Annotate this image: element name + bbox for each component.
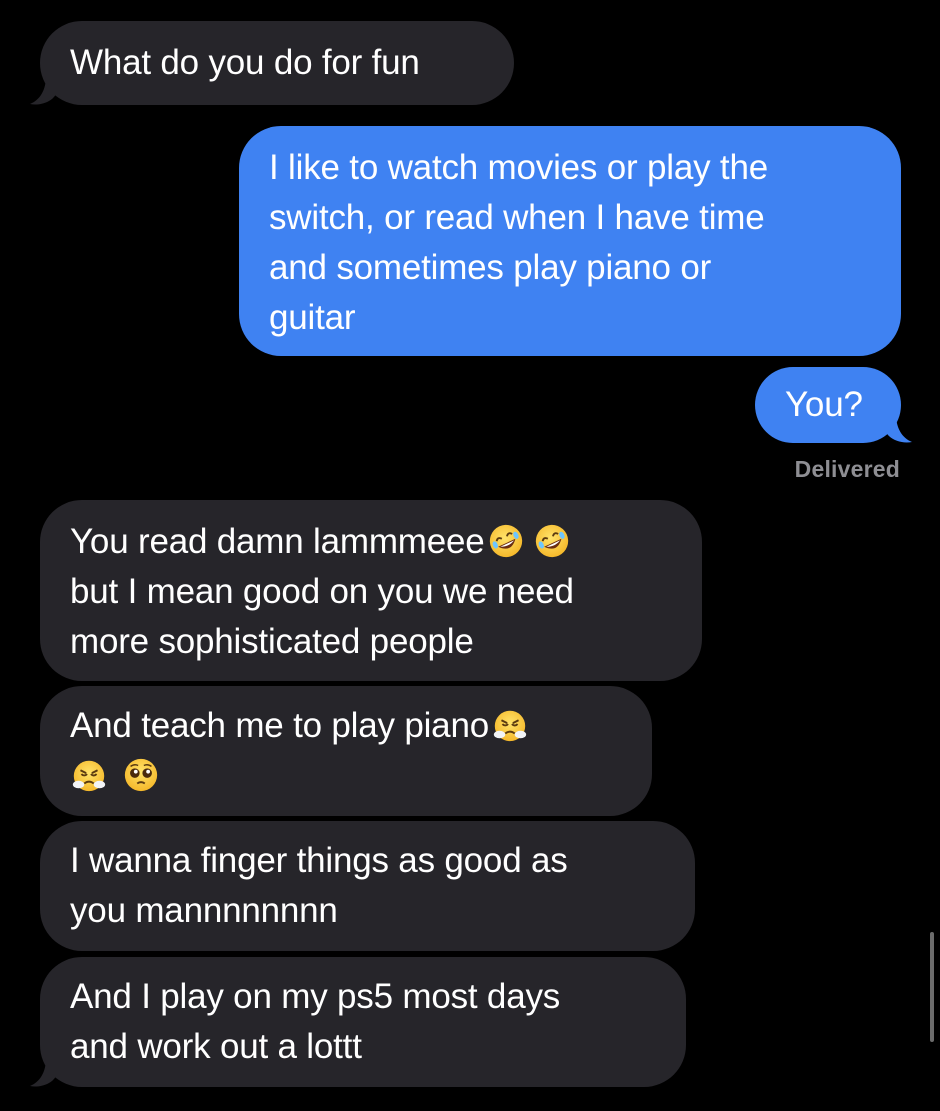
face-with-steam-from-nose-icon [70, 756, 108, 794]
face-with-steam-from-nose-icon [491, 706, 529, 744]
message-bubble-incoming[interactable]: And I play on my ps5 most days and work … [40, 957, 686, 1087]
message-text-line: You read damn lammmeee [70, 517, 672, 567]
message-text: I like to watch movies or play the [269, 148, 768, 187]
delivery-status: Delivered [794, 456, 900, 482]
rolling-on-floor-laughing-icon [533, 522, 571, 560]
message-bubble-outgoing[interactable]: I like to watch movies or play the switc… [239, 126, 901, 356]
message-text: You read damn lammmeee [70, 522, 485, 561]
bubble-tail-incoming [30, 1058, 56, 1087]
message-text: you mannnnnnnn [70, 891, 338, 930]
pleading-face-icon [122, 756, 160, 794]
message-text: What do you do for fun [70, 43, 420, 82]
message-text: and sometimes play piano or [269, 248, 712, 287]
message-text: more sophisticated people [70, 622, 474, 661]
rolling-on-floor-laughing-icon [487, 522, 525, 560]
scroll-indicator[interactable] [930, 932, 934, 1042]
message-text: and work out a lottt [70, 1027, 362, 1066]
emoji-line [70, 751, 622, 801]
message-text: You? [785, 385, 863, 424]
message-bubble-incoming[interactable]: I wanna finger things as good as you man… [40, 821, 695, 951]
message-bubble-incoming[interactable]: And teach me to play piano [40, 686, 652, 816]
message-text: I wanna finger things as good as [70, 841, 568, 880]
message-bubble-incoming[interactable]: You read damn lammmeee but I mean good o… [40, 500, 702, 681]
message-text: And teach me to play piano [70, 706, 489, 745]
message-text-line: And teach me to play piano [70, 701, 622, 751]
message-bubble-outgoing[interactable]: You? [755, 367, 901, 443]
bubble-tail-incoming [30, 76, 56, 105]
message-text: switch, or read when I have time [269, 198, 765, 237]
message-text: And I play on my ps5 most days [70, 977, 561, 1016]
bubble-tail-outgoing [886, 414, 912, 443]
message-bubble-incoming[interactable]: What do you do for fun [40, 21, 514, 105]
message-text: but I mean good on you we need [70, 572, 574, 611]
message-text: guitar [269, 298, 356, 337]
